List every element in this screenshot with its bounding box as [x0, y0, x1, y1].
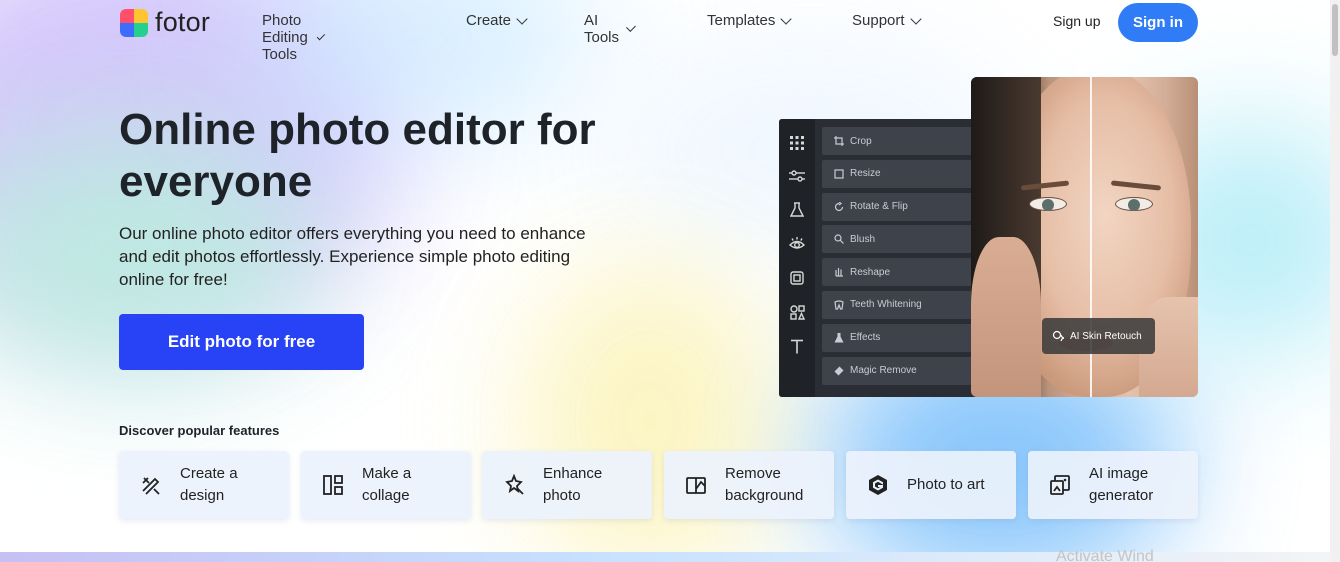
- logo-text: fotor: [155, 7, 211, 37]
- frame-icon: [789, 270, 805, 286]
- remove-bg-icon: [684, 473, 708, 497]
- hero-description: Our online photo editor offers everythin…: [119, 222, 659, 291]
- menu-ai-tools[interactable]: AI Tools: [584, 12, 636, 46]
- feature-label: Remove background: [725, 463, 803, 507]
- sign-up-link[interactable]: Sign up: [1053, 13, 1100, 29]
- effects-icon: [834, 332, 844, 343]
- teeth-icon: [834, 300, 844, 310]
- tool-label: Blush: [850, 233, 876, 245]
- crop-icon: [834, 136, 844, 146]
- tool-rotate-flip[interactable]: Rotate & Flip: [822, 192, 972, 221]
- feature-label-line2: photo: [543, 487, 581, 504]
- feature-label: Enhance photo: [543, 463, 602, 507]
- edit-photo-button[interactable]: Edit photo for free: [119, 314, 364, 370]
- sparkle-face-icon: [1052, 330, 1064, 342]
- feature-label: Make a collage: [362, 463, 411, 507]
- feature-label-line2: background: [725, 487, 804, 504]
- ai-skin-retouch-badge: AI Skin Retouch: [1042, 318, 1155, 354]
- menu-photo-editing-tools[interactable]: Photo Editing Tools: [262, 12, 326, 63]
- chevron-down-icon: [316, 31, 326, 40]
- enhance-icon: [502, 473, 526, 497]
- description-line-3: online for free!: [119, 270, 228, 289]
- feature-label-line2: collage: [362, 487, 410, 504]
- tool-resize[interactable]: Resize: [822, 159, 972, 188]
- chevron-down-icon: [780, 12, 793, 25]
- tool-label: Effects: [850, 332, 881, 344]
- feature-ai-image-generator[interactable]: AI image generator: [1028, 451, 1198, 519]
- feature-label: AI image generator: [1089, 463, 1153, 507]
- photo-to-art-icon: [866, 473, 890, 497]
- top-navigation: fotor Photo Editing Tools Create AI Tool…: [0, 0, 1330, 63]
- feature-enhance-photo[interactable]: Enhance photo: [482, 451, 652, 519]
- eye-icon: [789, 236, 805, 252]
- menu-support[interactable]: Support: [852, 12, 922, 29]
- feature-label-line1: Make a: [362, 465, 412, 482]
- page-scrollbar[interactable]: [1330, 0, 1340, 562]
- menu-templates[interactable]: Templates: [707, 12, 793, 29]
- menu-label: Create: [466, 12, 512, 29]
- grid-icon: [789, 135, 805, 151]
- badge-label: AI Skin Retouch: [1070, 330, 1142, 342]
- chevron-down-icon: [516, 12, 528, 25]
- feature-label-line2: design: [180, 487, 225, 504]
- text-icon: [789, 338, 805, 354]
- editor-sidebar: [779, 119, 815, 397]
- tool-label: Reshape: [850, 266, 891, 278]
- page-title: Online photo editor for everyone: [119, 104, 679, 208]
- tool-crop[interactable]: Crop: [822, 127, 972, 155]
- elements-icon: [789, 304, 805, 320]
- chevron-down-icon: [626, 22, 636, 32]
- feature-label-line2: generator: [1089, 487, 1154, 504]
- menu-label: Support: [852, 12, 905, 29]
- reshape-icon: [835, 268, 843, 277]
- feature-label-line1: AI image: [1089, 465, 1149, 482]
- tool-label: Magic Remove: [850, 365, 917, 377]
- feature-label-line1: Enhance: [543, 465, 603, 482]
- editor-preview-panel: Crop Resize Rotate & Flip Blush Reshape …: [779, 119, 979, 397]
- fotor-logo[interactable]: fotor: [120, 7, 210, 38]
- tool-label: Resize: [850, 168, 881, 180]
- sign-in-button[interactable]: Sign in: [1118, 3, 1198, 42]
- feature-label: Create a design: [180, 463, 238, 507]
- feature-photo-to-art[interactable]: Photo to art: [846, 451, 1016, 519]
- menu-create[interactable]: Create: [466, 12, 528, 29]
- feature-label: Photo to art: [907, 476, 985, 493]
- description-line-2: and edit photos effortlessly. Experience…: [119, 247, 571, 266]
- menu-label: Templates: [707, 12, 776, 29]
- tool-label: Crop: [850, 135, 872, 147]
- beauty-flask-icon: [789, 202, 805, 218]
- title-line-1: Online photo editor for: [119, 105, 596, 154]
- blush-icon: [834, 234, 844, 245]
- feature-make-collage[interactable]: Make a collage: [301, 451, 471, 519]
- resize-icon: [834, 169, 844, 179]
- tool-reshape[interactable]: Reshape: [822, 258, 972, 287]
- feature-remove-background[interactable]: Remove background: [664, 451, 834, 519]
- feature-label-line1: Remove: [725, 465, 781, 482]
- rotate-icon: [834, 201, 844, 211]
- title-line-2: everyone: [119, 157, 313, 206]
- tool-magic-remove[interactable]: Magic Remove: [822, 356, 972, 385]
- tool-effects[interactable]: Effects: [822, 323, 972, 352]
- chevron-down-icon: [909, 12, 922, 25]
- tool-label: Rotate & Flip: [850, 201, 908, 213]
- activate-windows-watermark: Activate Wind: [1056, 548, 1154, 562]
- feature-create-design[interactable]: Create a design: [119, 451, 289, 519]
- features-title: Discover popular features: [119, 423, 280, 438]
- collage-icon: [321, 473, 345, 497]
- eraser-icon: [834, 366, 844, 376]
- fotor-logo-icon: [120, 8, 148, 37]
- description-line-1: Our online photo editor offers everythin…: [119, 224, 586, 243]
- tool-label: Teeth Whitening: [850, 299, 922, 311]
- editor-tool-list: Crop Resize Rotate & Flip Blush Reshape …: [822, 127, 972, 389]
- menu-label: Photo Editing Tools: [262, 12, 308, 63]
- menu-label: AI Tools: [584, 12, 620, 46]
- feature-label-line1: Create a: [180, 465, 238, 482]
- tool-teeth-whitening[interactable]: Teeth Whitening: [822, 290, 972, 319]
- ai-image-icon: [1048, 473, 1072, 497]
- tool-blush[interactable]: Blush: [822, 225, 972, 254]
- design-icon: [139, 473, 163, 497]
- adjust-sliders-icon: [789, 168, 805, 184]
